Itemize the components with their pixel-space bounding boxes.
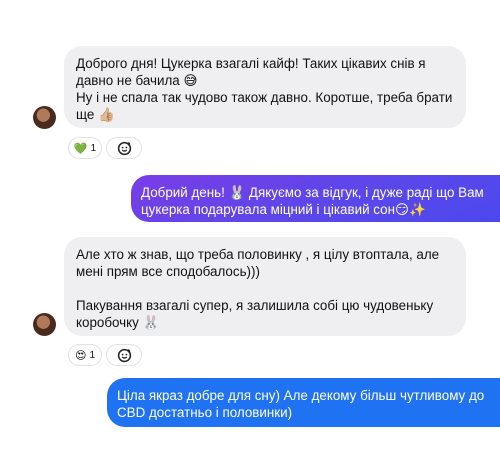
incoming-message-1: Доброго дня! Цукерка взагалі кайф! Таких… [64, 46, 466, 128]
sender-avatar[interactable] [33, 106, 56, 129]
reaction-pill[interactable]: 😍 1 [68, 344, 102, 366]
green-heart-icon: 💚 [73, 141, 88, 155]
sender-avatar[interactable] [33, 313, 56, 336]
incoming-message-2: Але хто ж знав, що треба половинку , я ц… [64, 237, 466, 336]
add-reaction-button[interactable] [106, 137, 142, 159]
outgoing-message-line: CBD достатньо і половинки) [117, 405, 293, 420]
reaction-count: 1 [89, 349, 96, 361]
outgoing-message-1: Добрий день! 🐰 Дякуємо за відгук, і дуже… [131, 175, 500, 222]
add-reaction-icon [117, 348, 131, 362]
outgoing-message-line: Ціла якраз добре для сну) Але декому біл… [117, 388, 485, 403]
reaction-count: 1 [90, 142, 97, 154]
add-reaction-button[interactable] [106, 344, 142, 366]
add-reaction-icon [117, 141, 131, 155]
outgoing-message-line: Добрий день! 🐰 Дякуємо за відгук, і дуже… [141, 185, 484, 200]
outgoing-message-line: цукерка подарувала міцний і цікавий сон😏… [141, 202, 426, 217]
outgoing-message-2: Ціла якраз добре для сну) Але декому біл… [107, 378, 500, 427]
heart-eyes-icon: 😍 [74, 348, 87, 362]
reaction-pill[interactable]: 💚 1 [68, 137, 102, 159]
